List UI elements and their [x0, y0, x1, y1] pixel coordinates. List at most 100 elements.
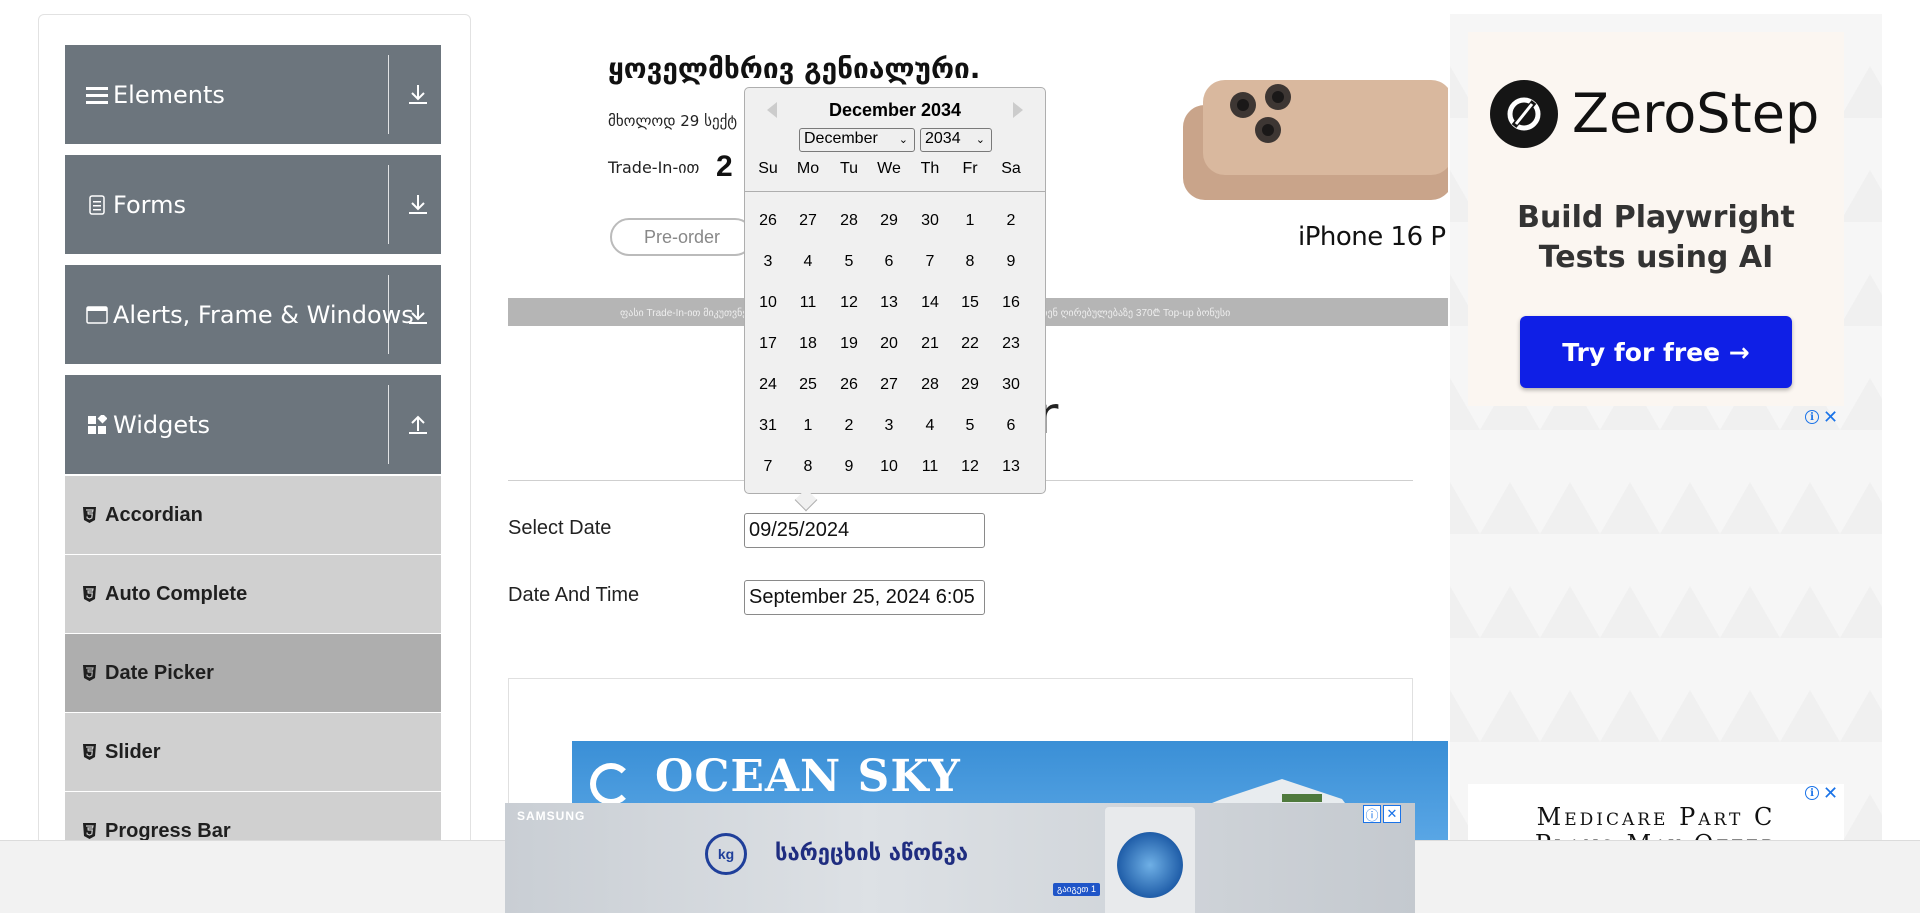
ad-headline: ყოველმხრივ გენიალური.: [608, 52, 981, 85]
calendar-day[interactable]: 8: [951, 247, 989, 277]
upload-arrow-icon[interactable]: [405, 411, 431, 437]
weekday-header: Sa: [1001, 160, 1021, 177]
calendar-day[interactable]: 6: [992, 411, 1030, 441]
calendar-day[interactable]: 10: [749, 288, 787, 318]
info-icon[interactable]: i: [1805, 410, 1819, 424]
calendar-day[interactable]: 29: [870, 206, 908, 236]
calendar-day[interactable]: 9: [830, 452, 868, 482]
calendar-day[interactable]: 16: [992, 288, 1030, 318]
calendar-day[interactable]: 5: [951, 411, 989, 441]
calendar-day[interactable]: 17: [749, 329, 787, 359]
sidebar-item-label: Accordian: [105, 503, 203, 526]
calendar-day[interactable]: 19: [830, 329, 868, 359]
calendar-day[interactable]: 11: [789, 288, 827, 318]
calendar-day[interactable]: 25: [789, 370, 827, 400]
close-icon[interactable]: ✕: [1383, 805, 1401, 823]
html5-icon: [83, 664, 97, 682]
year-select[interactable]: 2034 ⌄: [920, 128, 992, 152]
sidebar-item-date-picker[interactable]: Date Picker: [65, 634, 441, 713]
calendar-day[interactable]: 3: [749, 247, 787, 277]
sidebar-group-forms[interactable]: Forms: [65, 155, 441, 254]
calendar-day[interactable]: 12: [830, 288, 868, 318]
datepicker-month-title: December 2034: [828, 100, 962, 120]
preorder-button[interactable]: Pre-order: [610, 218, 754, 256]
calendar-day[interactable]: 13: [870, 288, 908, 318]
download-arrow-icon[interactable]: [405, 301, 431, 327]
calendar-day[interactable]: 26: [830, 370, 868, 400]
sidebar-group-alerts[interactable]: Alerts, Frame & Windows: [65, 265, 441, 364]
calendar-day[interactable]: 5: [830, 247, 868, 277]
calendar-day[interactable]: 30: [992, 370, 1030, 400]
samsung-ad-text: სარეცხის აწონვა: [775, 841, 969, 866]
try-for-free-button[interactable]: Try for free →: [1520, 316, 1792, 388]
calendar-day[interactable]: 21: [911, 329, 949, 359]
download-arrow-icon[interactable]: [405, 81, 431, 107]
adchoices[interactable]: i ✕: [1805, 784, 1838, 802]
calendar-day[interactable]: 11: [911, 452, 949, 482]
calendar-day[interactable]: 15: [951, 288, 989, 318]
calendar-day[interactable]: 7: [911, 247, 949, 277]
calendar-day[interactable]: 4: [911, 411, 949, 441]
close-icon[interactable]: ✕: [1823, 408, 1838, 426]
sidebar-item-accordian[interactable]: Accordian: [65, 476, 441, 555]
calendar-day[interactable]: 9: [992, 247, 1030, 277]
samsung-ad[interactable]: SAMSUNG kg სარეცხის აწონვა გაიგეთ 1 ⓘ ✕: [505, 803, 1415, 913]
samsung-badge: გაიგეთ 1: [1053, 883, 1100, 896]
calendar-day[interactable]: 6: [870, 247, 908, 277]
info-icon[interactable]: ⓘ: [1363, 805, 1381, 823]
calendar-day[interactable]: 14: [911, 288, 949, 318]
select-date-label: Select Date: [508, 517, 612, 539]
calendar-day[interactable]: 13: [992, 452, 1030, 482]
close-icon[interactable]: ✕: [1823, 784, 1838, 802]
date-time-input[interactable]: [744, 580, 985, 615]
sidebar-item-slider[interactable]: Slider: [65, 713, 441, 792]
calendar-day[interactable]: 24: [749, 370, 787, 400]
calendar-day[interactable]: 4: [789, 247, 827, 277]
sidebar-group-elements[interactable]: Elements: [65, 45, 441, 144]
calendar-day[interactable]: 26: [749, 206, 787, 236]
calendar-day[interactable]: 8: [789, 452, 827, 482]
calendar-day[interactable]: 29: [951, 370, 989, 400]
right-ad-column: ZeroStep Build Playwright Tests using AI…: [1450, 14, 1882, 913]
sidebar-item-auto-complete[interactable]: Auto Complete: [65, 555, 441, 634]
calendar-day[interactable]: 20: [870, 329, 908, 359]
select-date-field[interactable]: [749, 514, 980, 547]
calendar-day[interactable]: 31: [749, 411, 787, 441]
date-time-field[interactable]: [749, 581, 980, 614]
weekday-header: We: [877, 160, 901, 177]
sidebar-group-widgets[interactable]: Widgets: [65, 375, 441, 474]
calendar-day[interactable]: 10: [870, 452, 908, 482]
calendar-day[interactable]: 7: [749, 452, 787, 482]
zerostep-ad[interactable]: ZeroStep Build Playwright Tests using AI…: [1468, 32, 1844, 406]
weekday-header: Fr: [962, 160, 978, 177]
calendar-day[interactable]: 2: [992, 206, 1030, 236]
calendar-day[interactable]: 28: [830, 206, 868, 236]
calendar-day[interactable]: 2: [830, 411, 868, 441]
calendar-day[interactable]: 12: [951, 452, 989, 482]
document-icon: [85, 193, 109, 217]
year-select-value: 2034: [925, 130, 961, 147]
calendar-day[interactable]: 30: [911, 206, 949, 236]
download-arrow-icon[interactable]: [405, 191, 431, 217]
calendar-day[interactable]: 23: [992, 329, 1030, 359]
tagline-line-1: Build Playwright: [1517, 200, 1795, 235]
month-select[interactable]: December ⌄: [799, 128, 915, 152]
samsung-brand: SAMSUNG: [517, 809, 586, 823]
divider: [388, 275, 389, 354]
select-date-input[interactable]: [744, 513, 985, 548]
info-icon[interactable]: i: [1805, 786, 1819, 800]
washing-machine-image: [1105, 807, 1195, 913]
calendar-day[interactable]: 1: [951, 206, 989, 236]
calendar-day[interactable]: 27: [789, 206, 827, 236]
ad-product-name: iPhone 16 P: [1298, 222, 1446, 252]
calendar-day[interactable]: 27: [870, 370, 908, 400]
calendar-day[interactable]: 3: [870, 411, 908, 441]
calendar-day[interactable]: 1: [789, 411, 827, 441]
adchoices[interactable]: i ✕: [1805, 408, 1838, 426]
sidebar-item-label: Auto Complete: [105, 582, 248, 605]
calendar-day[interactable]: 18: [789, 329, 827, 359]
month-select-value: December: [804, 130, 878, 147]
calendar-day[interactable]: 22: [951, 329, 989, 359]
adchoices[interactable]: ⓘ ✕: [1363, 805, 1401, 823]
calendar-day[interactable]: 28: [911, 370, 949, 400]
